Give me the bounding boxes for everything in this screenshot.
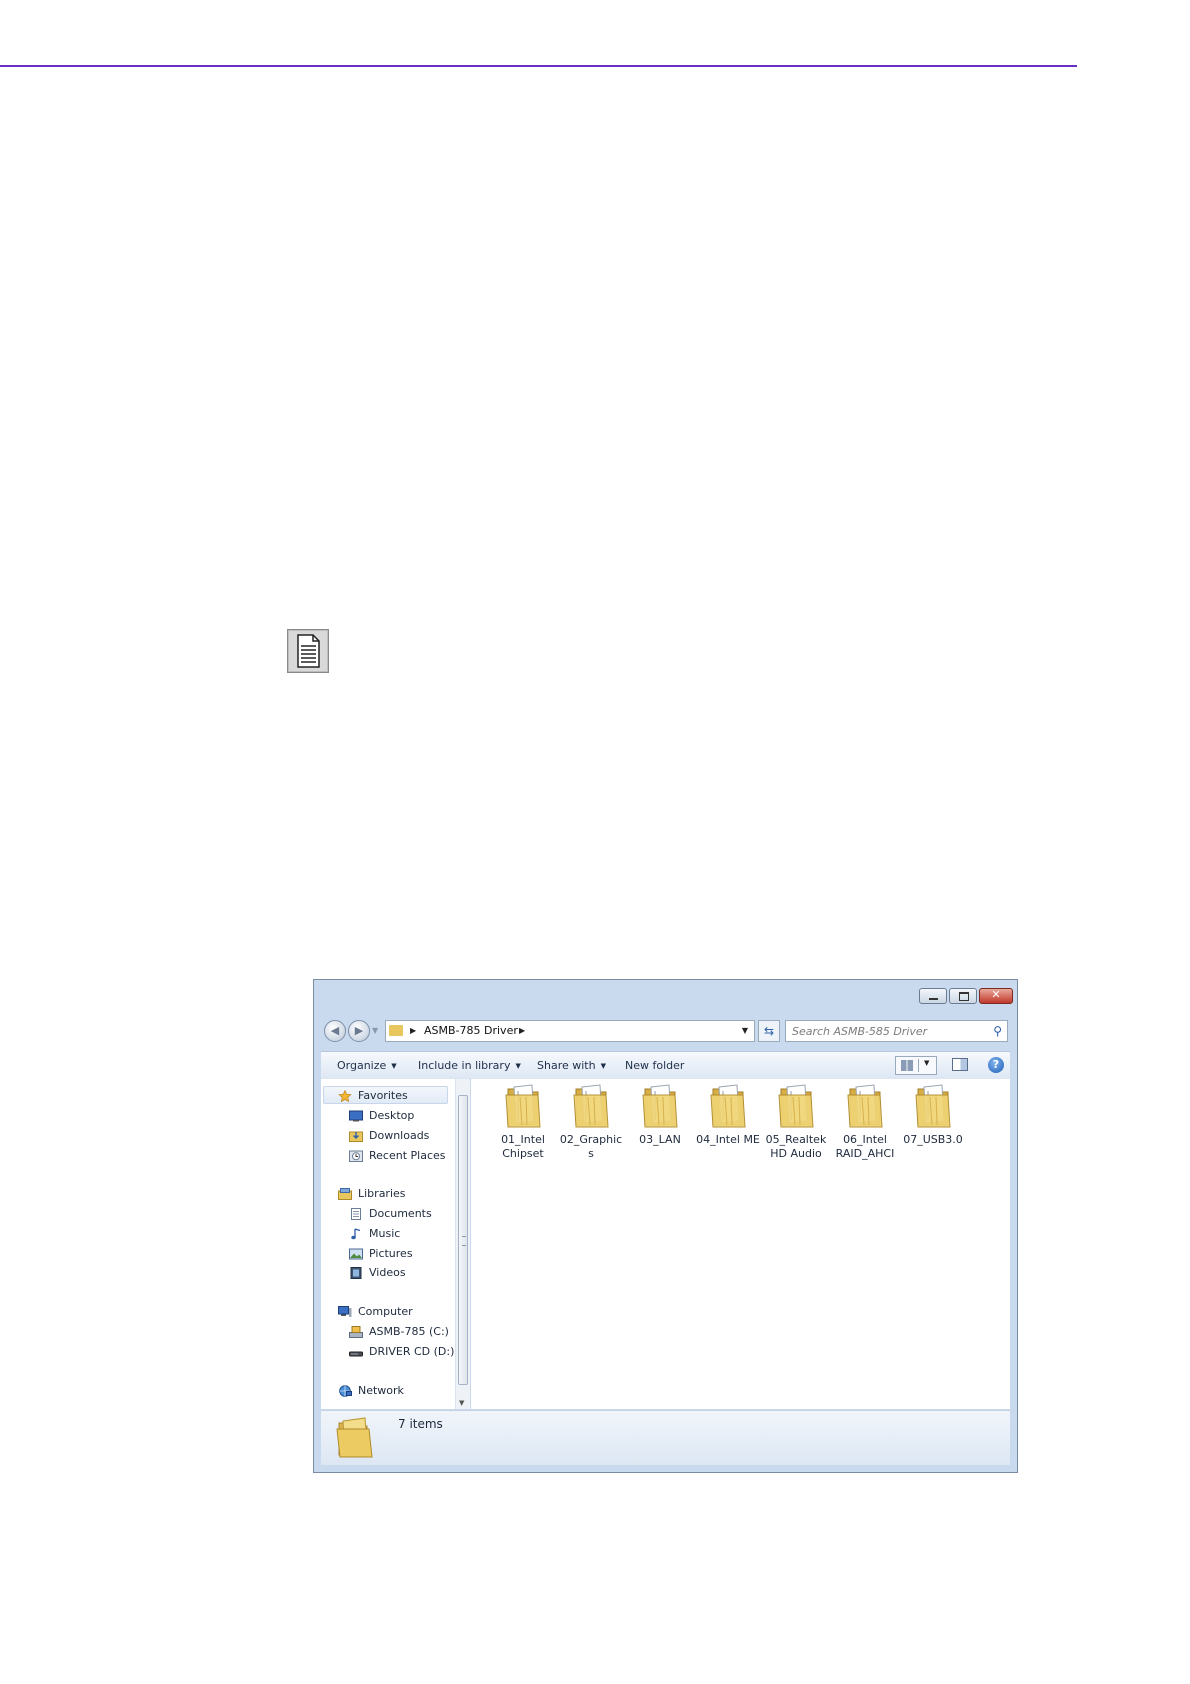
breadcrumb-arrow-icon[interactable]: ▶ xyxy=(410,1021,416,1041)
new-folder-button[interactable]: New folder xyxy=(625,1059,684,1072)
videos-icon xyxy=(350,1267,362,1279)
change-view-button[interactable]: ▼ xyxy=(895,1056,937,1075)
refresh-button[interactable]: ⇆ xyxy=(758,1020,780,1042)
chevron-down-icon: ▼ xyxy=(515,1062,521,1070)
share-with-label: Share with xyxy=(537,1059,596,1072)
nav-item-label: Videos xyxy=(369,1266,406,1279)
folder-icon xyxy=(389,1025,403,1036)
folder-icon xyxy=(573,1084,609,1128)
item-count: 7 items xyxy=(398,1417,443,1431)
nav-item-label: Desktop xyxy=(369,1109,415,1122)
nav-item-label: Network xyxy=(358,1384,404,1397)
scroll-down-icon[interactable]: ▼ xyxy=(459,1399,464,1407)
folder-item[interactable]: 02_Graphic s xyxy=(557,1083,625,1161)
view-icon xyxy=(901,1060,913,1071)
drive-icon xyxy=(349,1326,363,1338)
folder-name-continued: s xyxy=(588,1147,594,1160)
folder-name-continued: HD Audio xyxy=(770,1147,822,1160)
organize-button[interactable]: Organize ▼ xyxy=(337,1059,397,1072)
documents-icon xyxy=(351,1208,361,1220)
network-icon xyxy=(339,1385,352,1397)
new-folder-label: New folder xyxy=(625,1059,685,1072)
include-in-library-label: Include in library xyxy=(418,1059,511,1072)
nav-item-label: DRIVER CD (D:) xyxy=(369,1345,455,1358)
chevron-down-icon: ▼ xyxy=(600,1062,606,1070)
address-bar[interactable]: ▶ ASMB-785 Driver ▶ ▼ xyxy=(385,1020,755,1042)
folder-name: 06_Intel xyxy=(843,1133,887,1146)
nav-item-label: Libraries xyxy=(358,1187,406,1200)
cd-drive-icon xyxy=(349,1351,363,1357)
header-rule xyxy=(0,65,1077,67)
nav-item-label: Recent Places xyxy=(369,1149,446,1162)
music-icon xyxy=(351,1228,361,1240)
command-bar: Organize ▼ Include in library ▼ Share with… xyxy=(321,1051,1010,1080)
organize-label: Organize xyxy=(337,1059,387,1072)
search-input[interactable] xyxy=(792,1023,982,1039)
details-pane: 7 items xyxy=(321,1410,1010,1465)
explorer-window: ◀ ▶ ▼ ▶ ASMB-785 Driver ▶ ▼ ⇆ ⚲ Organize… xyxy=(313,979,1018,1473)
window-body: ◀ ▶ ▼ ▶ ASMB-785 Driver ▶ ▼ ⇆ ⚲ Organize… xyxy=(321,987,1010,1465)
address-row: ◀ ▶ ▼ ▶ ASMB-785 Driver ▶ ▼ ⇆ ⚲ xyxy=(321,1019,1010,1045)
nav-item-label: Computer xyxy=(358,1305,413,1318)
folder-name: 05_Realtek xyxy=(765,1133,827,1146)
scrollbar-thumb[interactable] xyxy=(458,1095,468,1385)
folder-item[interactable]: 01_Intel Chipset xyxy=(489,1083,557,1161)
preview-pane-icon[interactable] xyxy=(952,1058,968,1071)
chevron-down-icon[interactable]: ▼ xyxy=(924,1059,929,1067)
nav-item-label: Documents xyxy=(369,1207,432,1220)
nav-item-label: Music xyxy=(369,1227,401,1240)
star-icon xyxy=(338,1090,352,1102)
chevron-down-icon: ▼ xyxy=(391,1062,397,1070)
breadcrumb-arrow-icon[interactable]: ▶ xyxy=(519,1021,525,1041)
folder-icon xyxy=(847,1084,883,1128)
folder-name: 03_LAN xyxy=(639,1133,681,1146)
recent-places-icon xyxy=(349,1150,363,1162)
folder-item[interactable]: 03_LAN xyxy=(626,1083,694,1147)
folder-icon xyxy=(336,1417,373,1458)
note-icon xyxy=(287,629,329,673)
file-list: 01_Intel Chipset 02_Graphic s 03_LAN 04_Intel… xyxy=(471,1079,1010,1409)
folder-icon xyxy=(642,1084,678,1128)
folder-item[interactable]: 07_USB3.0 xyxy=(899,1083,967,1147)
folder-icon xyxy=(505,1084,541,1128)
search-box[interactable]: ⚲ xyxy=(785,1020,1008,1042)
folder-name: 07_USB3.0 xyxy=(903,1133,963,1146)
folder-name: 01_Intel xyxy=(501,1133,545,1146)
folder-item[interactable]: 04_Intel ME xyxy=(694,1083,762,1147)
include-in-library-button[interactable]: Include in library ▼ xyxy=(418,1059,521,1072)
downloads-icon xyxy=(349,1131,363,1142)
folder-icon xyxy=(710,1084,746,1128)
pictures-icon xyxy=(349,1248,363,1260)
folder-name: 04_Intel ME xyxy=(696,1133,760,1146)
forward-button[interactable]: ▶ xyxy=(348,1020,370,1042)
folder-name: 02_Graphic xyxy=(559,1133,623,1146)
search-icon[interactable]: ⚲ xyxy=(993,1021,1002,1041)
folder-icon xyxy=(778,1084,814,1128)
address-path[interactable]: ASMB-785 Driver xyxy=(424,1021,518,1041)
help-icon[interactable]: ? xyxy=(988,1057,1004,1073)
computer-icon xyxy=(338,1306,352,1317)
navigation-pane: Favorites Desktop Downloads Recent Place… xyxy=(321,1079,470,1409)
folder-name-continued: RAID_AHCI xyxy=(835,1147,895,1160)
back-button[interactable]: ◀ xyxy=(324,1020,346,1042)
folder-icon xyxy=(915,1084,951,1128)
nav-item-label: ASMB-785 (C:) xyxy=(369,1325,449,1338)
recent-pages-dropdown[interactable]: ▼ xyxy=(372,1026,378,1035)
nav-item-label: Pictures xyxy=(369,1247,413,1260)
nav-pane-scrollbar[interactable]: ▼ xyxy=(455,1079,470,1409)
libraries-icon xyxy=(338,1188,352,1200)
share-with-button[interactable]: Share with ▼ xyxy=(537,1059,606,1072)
folder-name-continued: Chipset xyxy=(502,1147,544,1160)
folder-item[interactable]: 05_Realtek HD Audio xyxy=(762,1083,830,1161)
address-dropdown-icon[interactable]: ▼ xyxy=(742,1021,748,1041)
folder-item[interactable]: 06_Intel RAID_AHCI xyxy=(831,1083,899,1161)
nav-item-label: Favorites xyxy=(358,1089,408,1102)
nav-item-label: Downloads xyxy=(369,1129,430,1142)
desktop-icon xyxy=(349,1110,363,1122)
